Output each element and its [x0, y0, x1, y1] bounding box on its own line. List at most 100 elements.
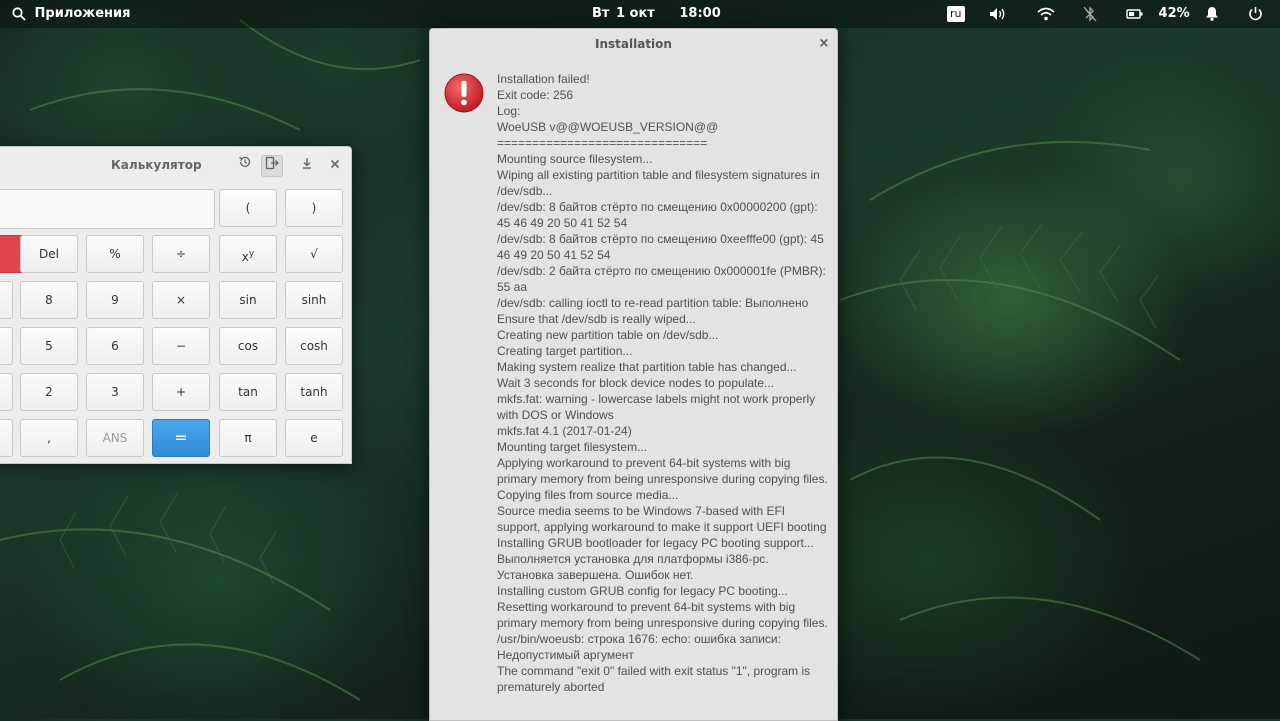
log-line: Applying workaround to prevent 64-bit sy… — [497, 456, 828, 486]
btn-ans[interactable]: ANS — [86, 419, 144, 457]
log-line: Exit code: 256 — [497, 88, 574, 102]
btn-0[interactable] — [0, 419, 13, 457]
convert-icon — [265, 156, 279, 170]
btn-7[interactable] — [0, 281, 13, 319]
history-button[interactable] — [235, 155, 255, 175]
log-line: Mounting target filesystem... — [497, 440, 648, 454]
calculator-display[interactable] — [0, 189, 215, 229]
error-icon — [444, 73, 484, 117]
btn-e[interactable]: e — [285, 419, 343, 457]
btn-del[interactable]: Del — [20, 235, 78, 273]
log-line: Installing GRUB bootloader for legacy PC… — [497, 536, 814, 550]
log-line: Creating new partition table on /dev/sdb… — [497, 328, 719, 342]
log-line: The command "exit 0" failed with exit st… — [497, 664, 811, 694]
log-line: Wiping all existing partition table and … — [497, 168, 820, 198]
volume-indicator[interactable] — [989, 0, 1007, 28]
btn-3[interactable]: 3 — [86, 373, 144, 411]
btn-5[interactable]: 5 — [20, 327, 78, 365]
apps-menu[interactable]: Приложения — [12, 0, 130, 28]
download-icon — [303, 158, 311, 169]
btn-minus[interactable]: − — [152, 327, 210, 365]
bell-icon — [1206, 7, 1218, 21]
log-line: Выполняется установка для платформы i386… — [497, 552, 769, 566]
installation-dialog: Installation × Installation failed! Exit … — [429, 28, 838, 721]
btn-1[interactable] — [0, 373, 13, 411]
btn-sinh[interactable]: sinh — [285, 281, 343, 319]
clock-date: 1 окт — [615, 6, 655, 21]
calculator-title: Калькулятор — [111, 158, 202, 172]
log-line: Installing custom GRUB config for legacy… — [497, 584, 788, 598]
calculator-window: Калькулятор ( ) Del % ÷ xy √ 8 9 × sin s… — [0, 146, 352, 464]
power-icon — [1249, 7, 1262, 21]
log-line: Making system realize that partition tab… — [497, 360, 797, 374]
log-line: /dev/sdb: 2 байта стёрто по смещению 0x0… — [497, 264, 826, 294]
btn-sin[interactable]: sin — [219, 281, 277, 319]
btn-6[interactable]: 6 — [86, 327, 144, 365]
log-line: Creating target partition... — [497, 344, 633, 358]
btn-2[interactable]: 2 — [20, 373, 78, 411]
bluetooth-indicator[interactable] — [1083, 0, 1097, 28]
apps-label: Приложения — [34, 6, 131, 21]
history-icon — [239, 156, 251, 167]
log-line: /usr/bin/woeusb: строка 1676: echo: ошиб… — [497, 632, 781, 662]
clock-day: Вт — [592, 6, 610, 21]
download-button[interactable] — [297, 155, 317, 175]
log-line: mkfs.fat: warning - lowercase labels mig… — [497, 392, 816, 422]
top-panel: Приложения Вт 1 окт 18:00 ru 42% — [0, 0, 1280, 28]
wifi-icon — [1037, 7, 1055, 20]
power-exponent: y — [248, 249, 255, 259]
btn-divide[interactable]: ÷ — [152, 235, 210, 273]
log-line: Installation failed! — [497, 72, 590, 86]
installation-log: Installation failed! Exit code: 256 Log: Wo… — [497, 71, 831, 695]
btn-pi[interactable]: π — [219, 419, 277, 457]
battery-percent: 42% — [1158, 6, 1190, 21]
btn-power[interactable]: xy — [219, 235, 277, 273]
btn-9[interactable]: 9 — [86, 281, 144, 319]
btn-tan[interactable]: tan — [219, 373, 277, 411]
convert-button[interactable] — [261, 155, 283, 177]
search-icon — [12, 6, 26, 21]
log-line: /dev/sdb: 8 байтов стёрто по смещению 0x… — [497, 232, 824, 262]
log-line: Log: — [497, 104, 521, 118]
btn-cosh[interactable]: cosh — [285, 327, 343, 365]
dialog-title: Installation — [595, 37, 672, 51]
log-line: /dev/sdb: calling ioctl to re-read parti… — [497, 296, 809, 310]
btn-4[interactable] — [0, 327, 13, 365]
lang-badge: ru — [947, 6, 965, 22]
log-line: Установка завершена. Ошибок нет. — [497, 568, 694, 582]
log-line: Mounting source filesystem... — [497, 152, 653, 166]
power-base: x — [241, 250, 249, 264]
log-line: WoeUSB v@@WOEUSB_VERSION@@ — [497, 120, 719, 134]
calculator-headerbar: Калькулятор — [0, 147, 351, 183]
notifications-indicator[interactable] — [1205, 0, 1219, 28]
battery-indicator[interactable]: 42% — [1126, 0, 1190, 28]
bluetooth-disabled-icon — [1083, 5, 1097, 22]
btn-8[interactable]: 8 — [20, 281, 78, 319]
log-line: Source media seems to be Windows 7-based… — [497, 504, 827, 534]
dialog-close-button[interactable]: × — [815, 35, 833, 53]
log-line: mkfs.fat 4.1 (2017-01-24) — [497, 424, 632, 438]
battery-icon — [1126, 8, 1143, 19]
calculator-close-button[interactable] — [325, 155, 345, 175]
btn-rparen[interactable]: ) — [285, 189, 343, 227]
log-line: ============================== — [497, 136, 708, 150]
btn-decimal[interactable]: , — [20, 419, 78, 457]
btn-tanh[interactable]: tanh — [285, 373, 343, 411]
btn-cos[interactable]: cos — [219, 327, 277, 365]
btn-multiply[interactable]: × — [152, 281, 210, 319]
clock-time: 18:00 — [679, 6, 721, 21]
keyboard-layout-indicator[interactable]: ru — [947, 0, 965, 28]
btn-sqrt[interactable]: √ — [285, 235, 343, 273]
power-indicator[interactable] — [1248, 0, 1263, 28]
btn-lparen[interactable]: ( — [219, 189, 277, 227]
clock[interactable]: Вт 1 окт 18:00 — [592, 0, 721, 28]
btn-plus[interactable]: + — [152, 373, 210, 411]
log-line: Resetting workaround to prevent 64-bit s… — [497, 600, 828, 630]
log-line: /dev/sdb: 8 байтов стёрто по смещению 0x… — [497, 200, 818, 230]
log-line: Copying files from source media... — [497, 488, 679, 502]
log-line: Wait 3 seconds for block device nodes to… — [497, 376, 775, 390]
log-line: Ensure that /dev/sdb is really wiped... — [497, 312, 696, 326]
network-indicator[interactable] — [1037, 0, 1055, 28]
btn-percent[interactable]: % — [86, 235, 144, 273]
btn-equals[interactable]: = — [152, 419, 210, 457]
